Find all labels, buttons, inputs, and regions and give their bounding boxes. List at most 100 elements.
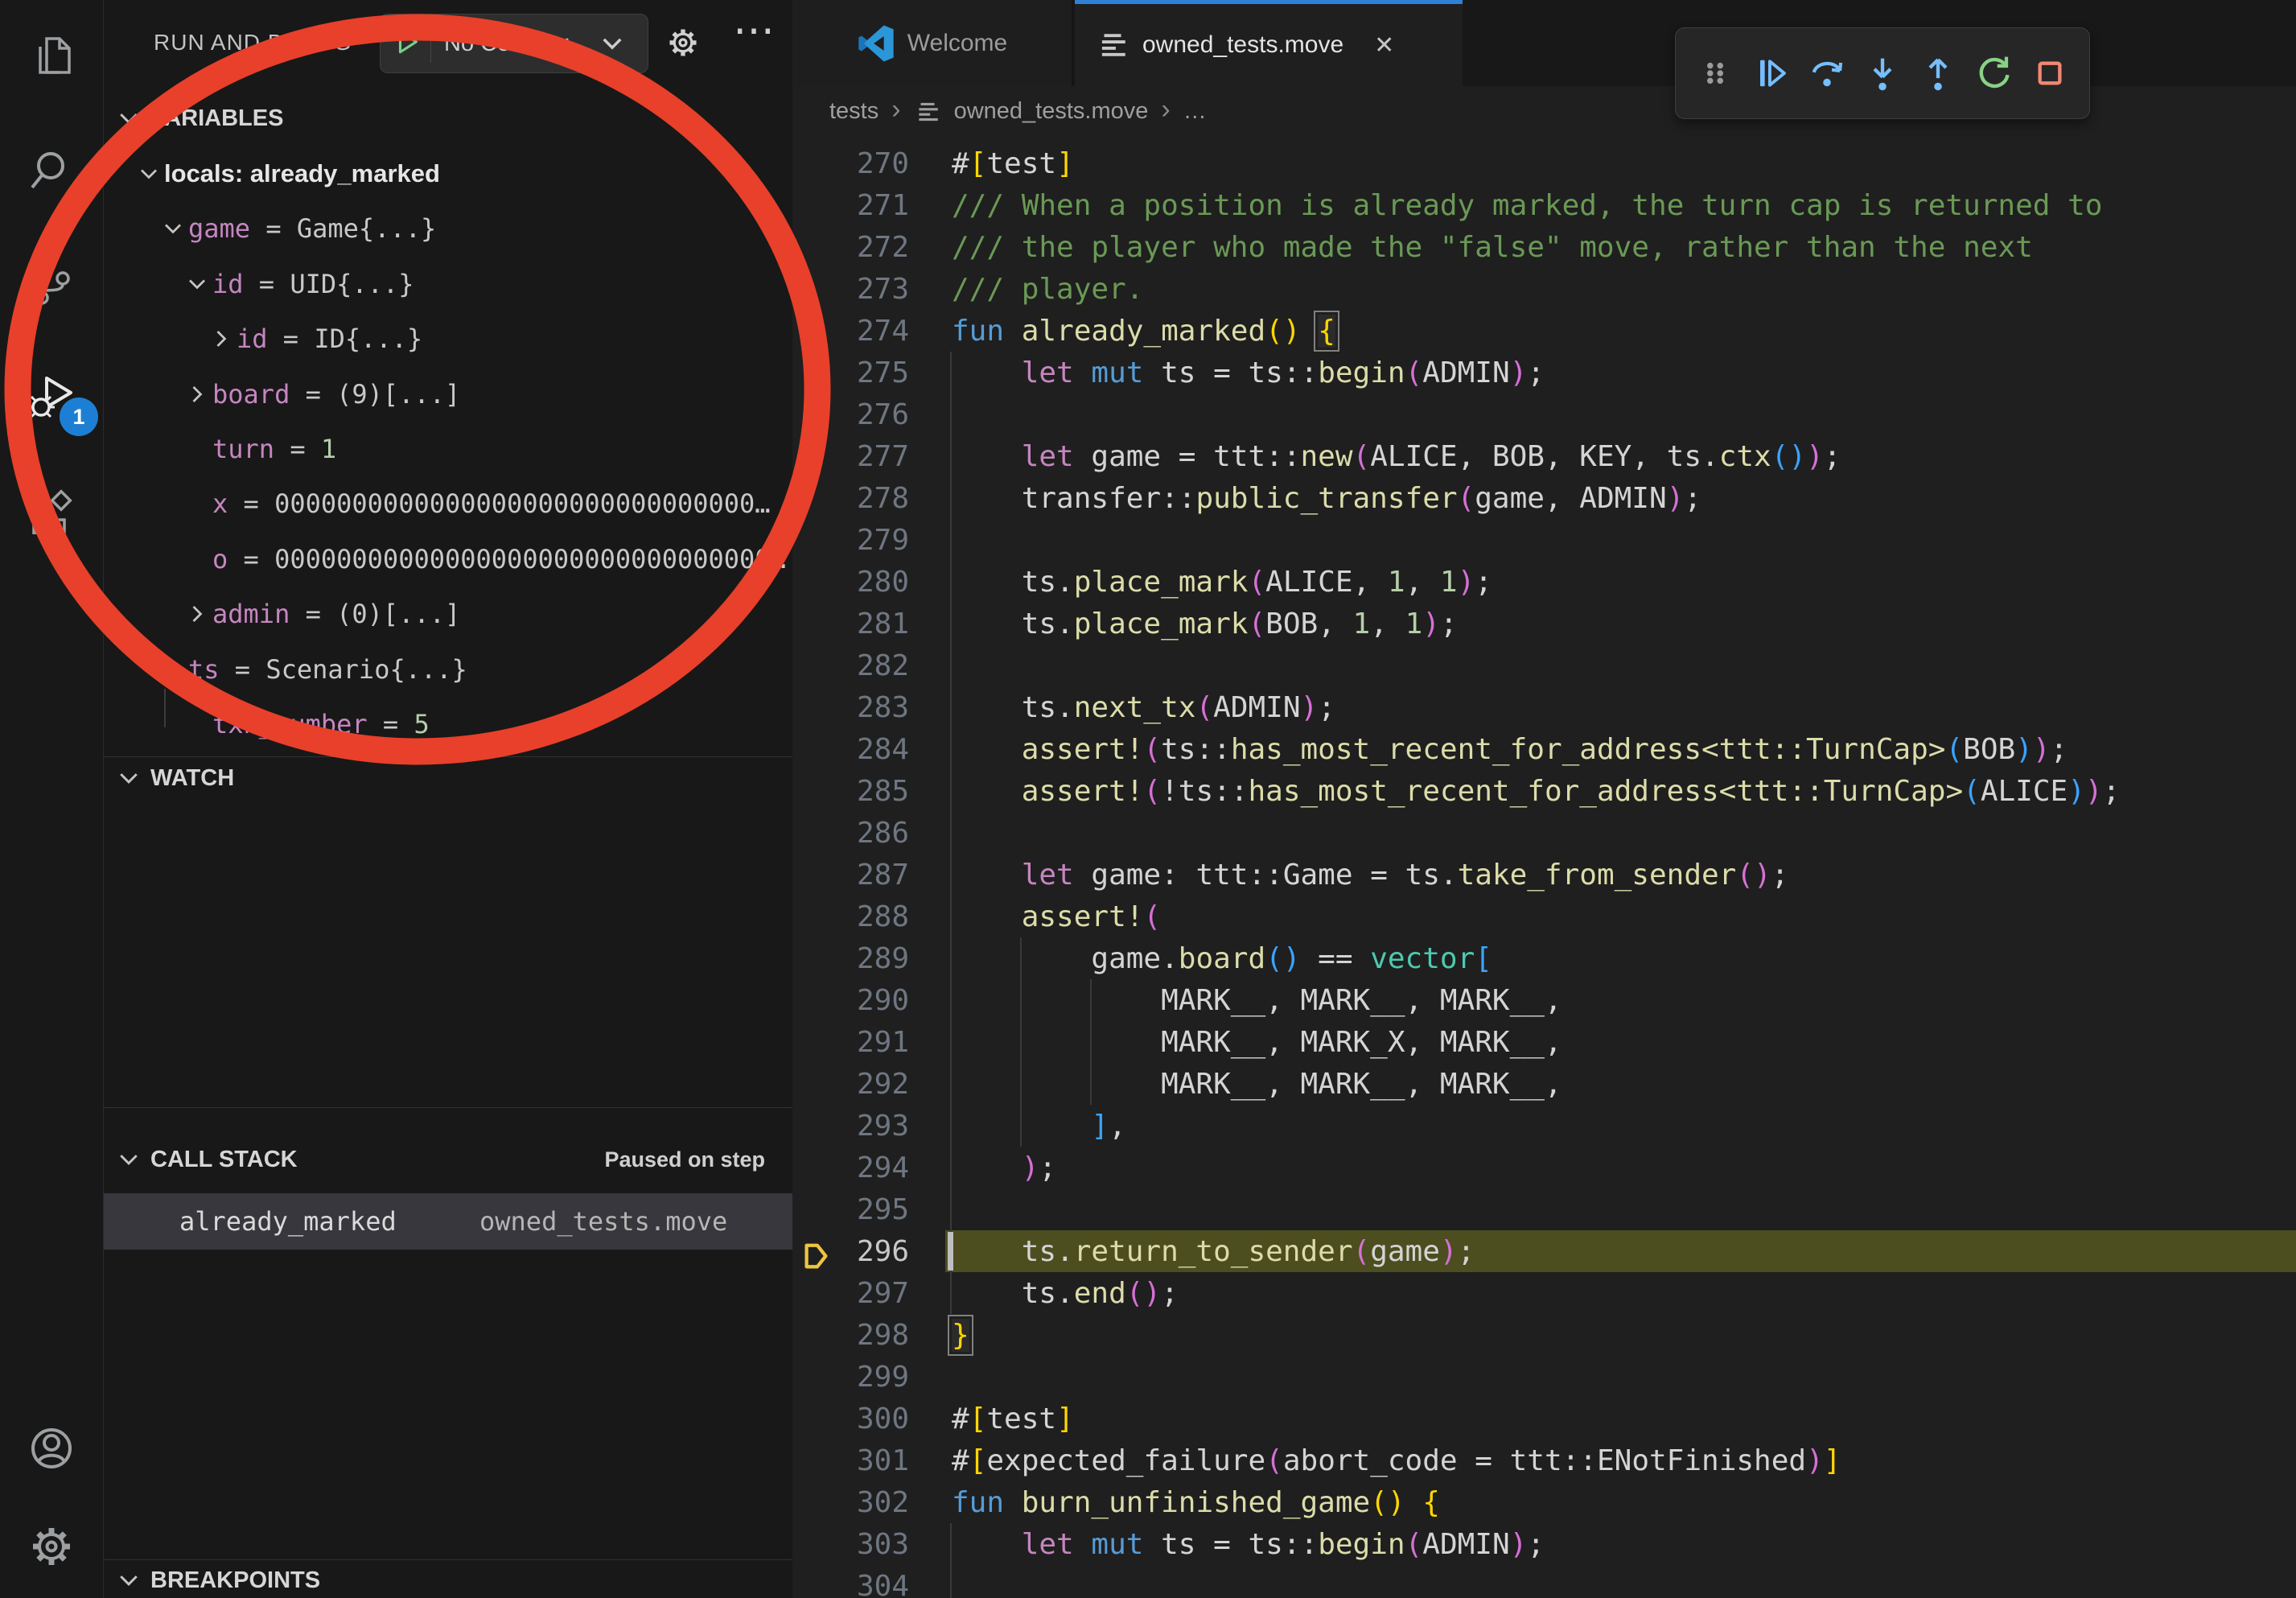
code-line-281[interactable]: 281 ts.place_mark(BOB, 1, 1); <box>792 603 2296 645</box>
line-number[interactable]: 285 <box>792 775 909 808</box>
debug-config-label[interactable]: No Configur… <box>431 31 599 57</box>
code-line-278[interactable]: 278 transfer::public_transfer(game, ADMI… <box>792 477 2296 519</box>
breadcrumb-item-symbol[interactable]: … <box>1183 98 1207 125</box>
code-line-283[interactable]: 283 ts.next_tx(ADMIN); <box>792 686 2296 728</box>
variable-row-ts[interactable]: ts = Scenario{...} <box>104 644 792 695</box>
line-number[interactable]: 288 <box>792 900 909 933</box>
code-line-294[interactable]: 294 ); <box>792 1147 2296 1188</box>
breadcrumb-item-file[interactable]: owned_tests.move <box>954 98 1149 125</box>
more-actions-icon[interactable]: ⋯ <box>733 6 775 55</box>
variables-scope-row[interactable]: locals: already_marked <box>104 148 792 200</box>
code-line-302[interactable]: 302fun burn_unfinished_game() { <box>792 1481 2296 1523</box>
code-line-299[interactable]: 299 <box>792 1356 2296 1398</box>
code-line-304[interactable]: 304 <box>792 1565 2296 1598</box>
variable-row-x[interactable]: x = 0000000000000000000000000000000… <box>104 478 792 529</box>
line-number[interactable]: 301 <box>792 1444 909 1477</box>
code-line-301[interactable]: 301#[expected_failure(abort_code = ttt::… <box>792 1439 2296 1481</box>
line-number[interactable]: 290 <box>792 984 909 1017</box>
line-number[interactable]: 272 <box>792 231 909 264</box>
breadcrumb-item-tests[interactable]: tests <box>829 98 878 125</box>
extensions-icon[interactable] <box>26 483 77 534</box>
variable-row-board[interactable]: board = (9)[...] <box>104 369 792 420</box>
code-line-270[interactable]: 270#[test] <box>792 142 2296 184</box>
code-line-279[interactable]: 279 <box>792 519 2296 561</box>
code-line-303[interactable]: 303 let mut ts = ts::begin(ADMIN); <box>792 1523 2296 1565</box>
code-line-282[interactable]: 282 <box>792 645 2296 686</box>
line-number[interactable]: 286 <box>792 817 909 850</box>
line-number[interactable]: 294 <box>792 1151 909 1184</box>
code-line-285[interactable]: 285 assert!(!ts::has_most_recent_for_add… <box>792 770 2296 812</box>
step-over-icon[interactable] <box>1804 51 1850 96</box>
line-number[interactable]: 274 <box>792 315 909 348</box>
code-line-276[interactable]: 276 <box>792 393 2296 435</box>
code-line-289[interactable]: 289 game.board() == vector[ <box>792 937 2296 979</box>
code-line-295[interactable]: 295 <box>792 1188 2296 1230</box>
variable-row-admin[interactable]: admin = (0)[...] <box>104 588 792 640</box>
code-line-296[interactable]: 296 ts.return_to_sender(game); <box>792 1230 2296 1272</box>
line-number[interactable]: 297 <box>792 1277 909 1310</box>
start-debug-button[interactable]: No Configur… <box>380 14 648 73</box>
settings-gear-icon[interactable] <box>26 1521 77 1572</box>
line-number[interactable]: 280 <box>792 566 909 599</box>
code-line-300[interactable]: 300#[test] <box>792 1398 2296 1439</box>
line-number[interactable]: 296 <box>792 1235 909 1268</box>
code-line-292[interactable]: 292 MARK__, MARK__, MARK__, <box>792 1063 2296 1105</box>
tab-welcome[interactable]: Welcome <box>793 0 1073 86</box>
step-out-icon[interactable] <box>1915 51 1961 96</box>
code-line-298[interactable]: 298} <box>792 1314 2296 1356</box>
line-number[interactable]: 275 <box>792 356 909 389</box>
tab-owned-tests[interactable]: owned_tests.move ✕ <box>1075 0 1463 86</box>
line-number[interactable]: 291 <box>792 1026 909 1059</box>
code-line-287[interactable]: 287 let game: ttt::Game = ts.take_from_s… <box>792 854 2296 896</box>
line-number[interactable]: 278 <box>792 482 909 515</box>
toolbar-gripper[interactable] <box>1693 51 1738 96</box>
code-line-297[interactable]: 297 ts.end(); <box>792 1272 2296 1314</box>
line-number[interactable]: 287 <box>792 859 909 892</box>
source-control-icon[interactable] <box>26 257 77 309</box>
variable-row-game[interactable]: game = Game{...} <box>104 203 792 254</box>
stop-icon[interactable] <box>2027 51 2072 96</box>
account-icon[interactable] <box>26 1423 77 1474</box>
line-number[interactable]: 298 <box>792 1319 909 1352</box>
code-line-288[interactable]: 288 assert!( <box>792 896 2296 937</box>
line-number[interactable]: 295 <box>792 1193 909 1226</box>
line-number[interactable]: 270 <box>792 147 909 180</box>
line-number[interactable]: 289 <box>792 942 909 975</box>
code-line-272[interactable]: 272/// the player who made the "false" m… <box>792 226 2296 268</box>
line-number[interactable]: 284 <box>792 733 909 766</box>
watch-section-header[interactable]: WATCH <box>104 755 792 801</box>
continue-icon[interactable] <box>1748 51 1793 96</box>
line-number[interactable]: 303 <box>792 1528 909 1561</box>
variables-section-header[interactable]: VARIABLES <box>104 94 792 142</box>
line-number[interactable]: 279 <box>792 524 909 557</box>
close-icon[interactable]: ✕ <box>1374 31 1394 60</box>
line-number[interactable]: 302 <box>792 1486 909 1519</box>
call-stack-section-header[interactable]: CALL STACK Paused on step <box>104 1136 792 1183</box>
debug-settings-gear-icon[interactable] <box>665 24 702 65</box>
code-line-277[interactable]: 277 let game = ttt::new(ALICE, BOB, KEY,… <box>792 435 2296 477</box>
line-number[interactable]: 276 <box>792 398 909 431</box>
variable-row-o[interactable]: o = 00000000000000000000000000000000… <box>104 533 792 585</box>
explorer-icon[interactable] <box>26 32 77 84</box>
search-icon[interactable] <box>26 145 77 196</box>
step-into-icon[interactable] <box>1860 51 1905 96</box>
line-number[interactable]: 293 <box>792 1110 909 1143</box>
line-number[interactable]: 271 <box>792 189 909 222</box>
restart-icon[interactable] <box>1972 51 2017 96</box>
breakpoints-section-header[interactable]: BREAKPOINTS <box>104 1563 792 1598</box>
line-number[interactable]: 273 <box>792 273 909 306</box>
code-line-286[interactable]: 286 <box>792 812 2296 854</box>
code-line-291[interactable]: 291 MARK__, MARK_X, MARK__, <box>792 1021 2296 1063</box>
line-number[interactable]: 277 <box>792 440 909 473</box>
code-line-274[interactable]: 274fun already_marked() { <box>792 310 2296 352</box>
code-line-284[interactable]: 284 assert!(ts::has_most_recent_for_addr… <box>792 728 2296 770</box>
code-line-273[interactable]: 273/// player. <box>792 268 2296 310</box>
code-line-290[interactable]: 290 MARK__, MARK__, MARK__, <box>792 979 2296 1021</box>
line-number[interactable]: 281 <box>792 607 909 640</box>
variable-row-id[interactable]: id = ID{...} <box>104 313 792 364</box>
line-number[interactable]: 292 <box>792 1068 909 1101</box>
line-number[interactable]: 283 <box>792 691 909 724</box>
line-number[interactable]: 299 <box>792 1361 909 1394</box>
code-line-271[interactable]: 271/// When a position is already marked… <box>792 184 2296 226</box>
code-line-275[interactable]: 275 let mut ts = ts::begin(ADMIN); <box>792 352 2296 393</box>
